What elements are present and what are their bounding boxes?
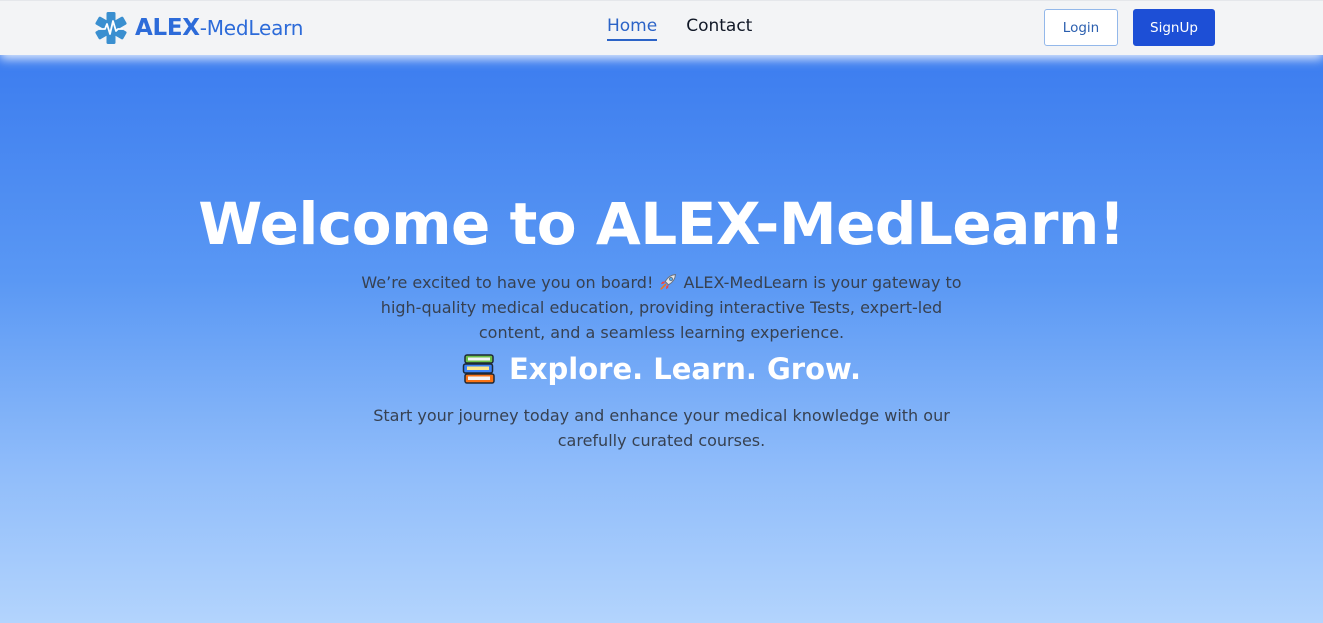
nav-link-contact[interactable]: Contact [686,16,752,41]
brand-name-strong: ALEX [135,14,200,41]
hero-intro-part-1: We’re excited to have you on board! [361,273,654,292]
brand-logo[interactable]: ALEX -MedLearn [94,11,303,45]
tagline-text: Explore. Learn. Grow. [509,352,861,386]
login-button[interactable]: Login [1044,9,1118,46]
top-navbar: ALEX -MedLearn Home Contact Login SignUp [0,0,1323,55]
hero-title: Welcome to ALEX-MedLearn! [198,190,1125,258]
hero-section: Welcome to ALEX-MedLearn! We’re excited … [0,186,1323,453]
main-nav: Home Contact [607,16,752,41]
brand-name-light: -MedLearn [199,15,304,40]
hero-subtext: Start your journey today and enhance you… [373,406,950,450]
books-icon [462,354,495,384]
hero-intro: We’re excited to have you on board! ALEX… [357,270,967,345]
hero-tagline: Explore. Learn. Grow. [0,349,1323,389]
star-of-life-icon [95,12,127,44]
nav-link-home[interactable]: Home [607,16,658,41]
brand-name: ALEX -MedLearn [135,14,304,41]
rocket-icon [660,273,677,290]
signup-button[interactable]: SignUp [1133,9,1215,46]
